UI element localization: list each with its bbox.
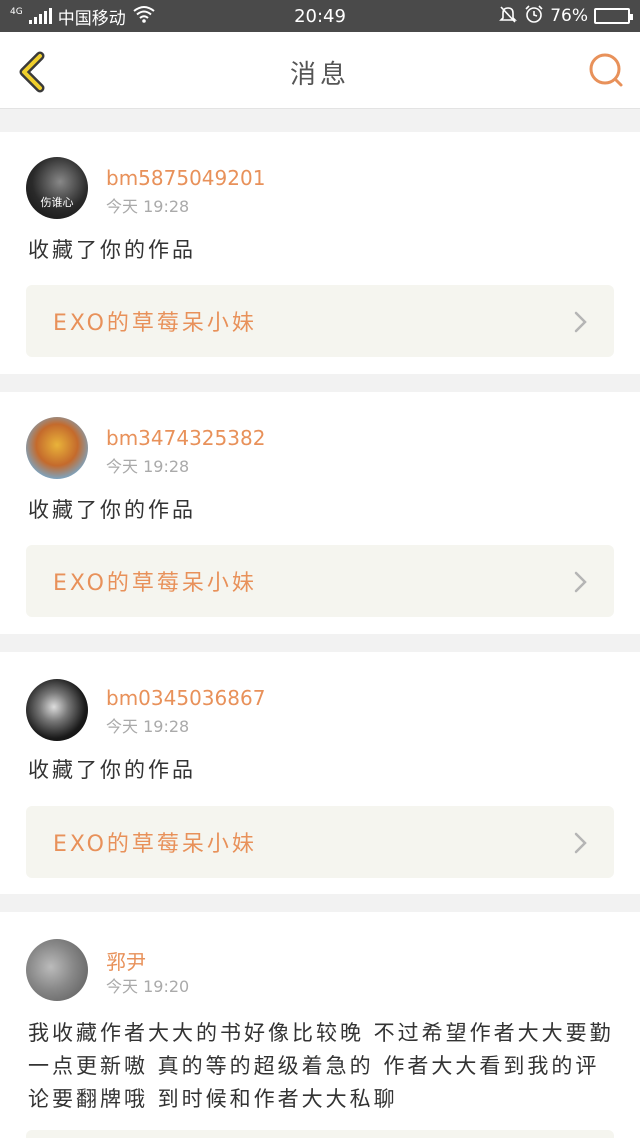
message-text: 我收藏作者大大的书好像比较晚 不过希望作者大大要勤一点更新嗷 真的等的超级着急的… [28, 1021, 614, 1111]
username[interactable]: bm3474325382 [106, 426, 265, 450]
message-text: 收藏了你的作品 [28, 758, 196, 782]
battery-icon [594, 8, 633, 24]
carrier-name: 中国移动 [57, 8, 126, 29]
silent-icon [498, 4, 518, 29]
message-time: 今天 19:28 [106, 197, 190, 216]
signal-icon [28, 8, 52, 24]
work-link[interactable] [26, 1130, 614, 1138]
wifi-icon [132, 5, 156, 28]
avatar-caption: 伤谁心 [40, 196, 74, 209]
message-card: bm0345036867 今天 19:28 收藏了你的作品 EXO的草莓呆小妹 [0, 652, 640, 894]
work-title: EXO的草莓呆小妹 [53, 311, 257, 336]
status-bar: 4G 中国移动 20:49 76% [0, 0, 640, 32]
chevron-right-icon [574, 832, 587, 854]
message-card: 郛尹 今天 19:20 我收藏作者大大的书好像比较晚 不过希望作者大大要勤一点更… [0, 912, 640, 1138]
message-card: 伤谁心 bm5875049201 今天 19:28 收藏了你的作品 EXO的草莓… [0, 132, 640, 374]
page-title: 消息 [289, 60, 350, 90]
chevron-right-icon [574, 571, 587, 593]
message-time: 今天 19:28 [106, 717, 190, 736]
message-time: 今天 19:28 [106, 457, 190, 476]
work-link[interactable]: EXO的草莓呆小妹 [26, 545, 614, 617]
work-title: EXO的草莓呆小妹 [53, 832, 257, 857]
battery-percent: 76% [550, 6, 588, 26]
network-type: 4G [10, 6, 23, 17]
message-time: 今天 19:20 [106, 977, 190, 996]
username[interactable]: bm0345036867 [106, 686, 265, 710]
message-text: 收藏了你的作品 [28, 238, 196, 262]
work-title: EXO的草莓呆小妹 [53, 571, 257, 596]
avatar[interactable]: 伤谁心 [26, 157, 88, 219]
message-card: bm3474325382 今天 19:28 收藏了你的作品 EXO的草莓呆小妹 [0, 392, 640, 634]
alarm-icon [524, 4, 544, 29]
avatar[interactable] [26, 417, 88, 479]
username[interactable]: 郛尹 [106, 946, 146, 975]
avatar[interactable] [26, 939, 88, 1001]
top-nav-bar: 消息 [0, 32, 640, 109]
avatar[interactable] [26, 679, 88, 741]
work-link[interactable]: EXO的草莓呆小妹 [26, 806, 614, 878]
search-icon [589, 53, 623, 87]
work-link[interactable]: EXO的草莓呆小妹 [26, 285, 614, 357]
search-button[interactable] [586, 50, 626, 90]
username[interactable]: bm5875049201 [106, 166, 265, 190]
chevron-right-icon [574, 311, 587, 333]
message-text: 收藏了你的作品 [28, 498, 196, 522]
